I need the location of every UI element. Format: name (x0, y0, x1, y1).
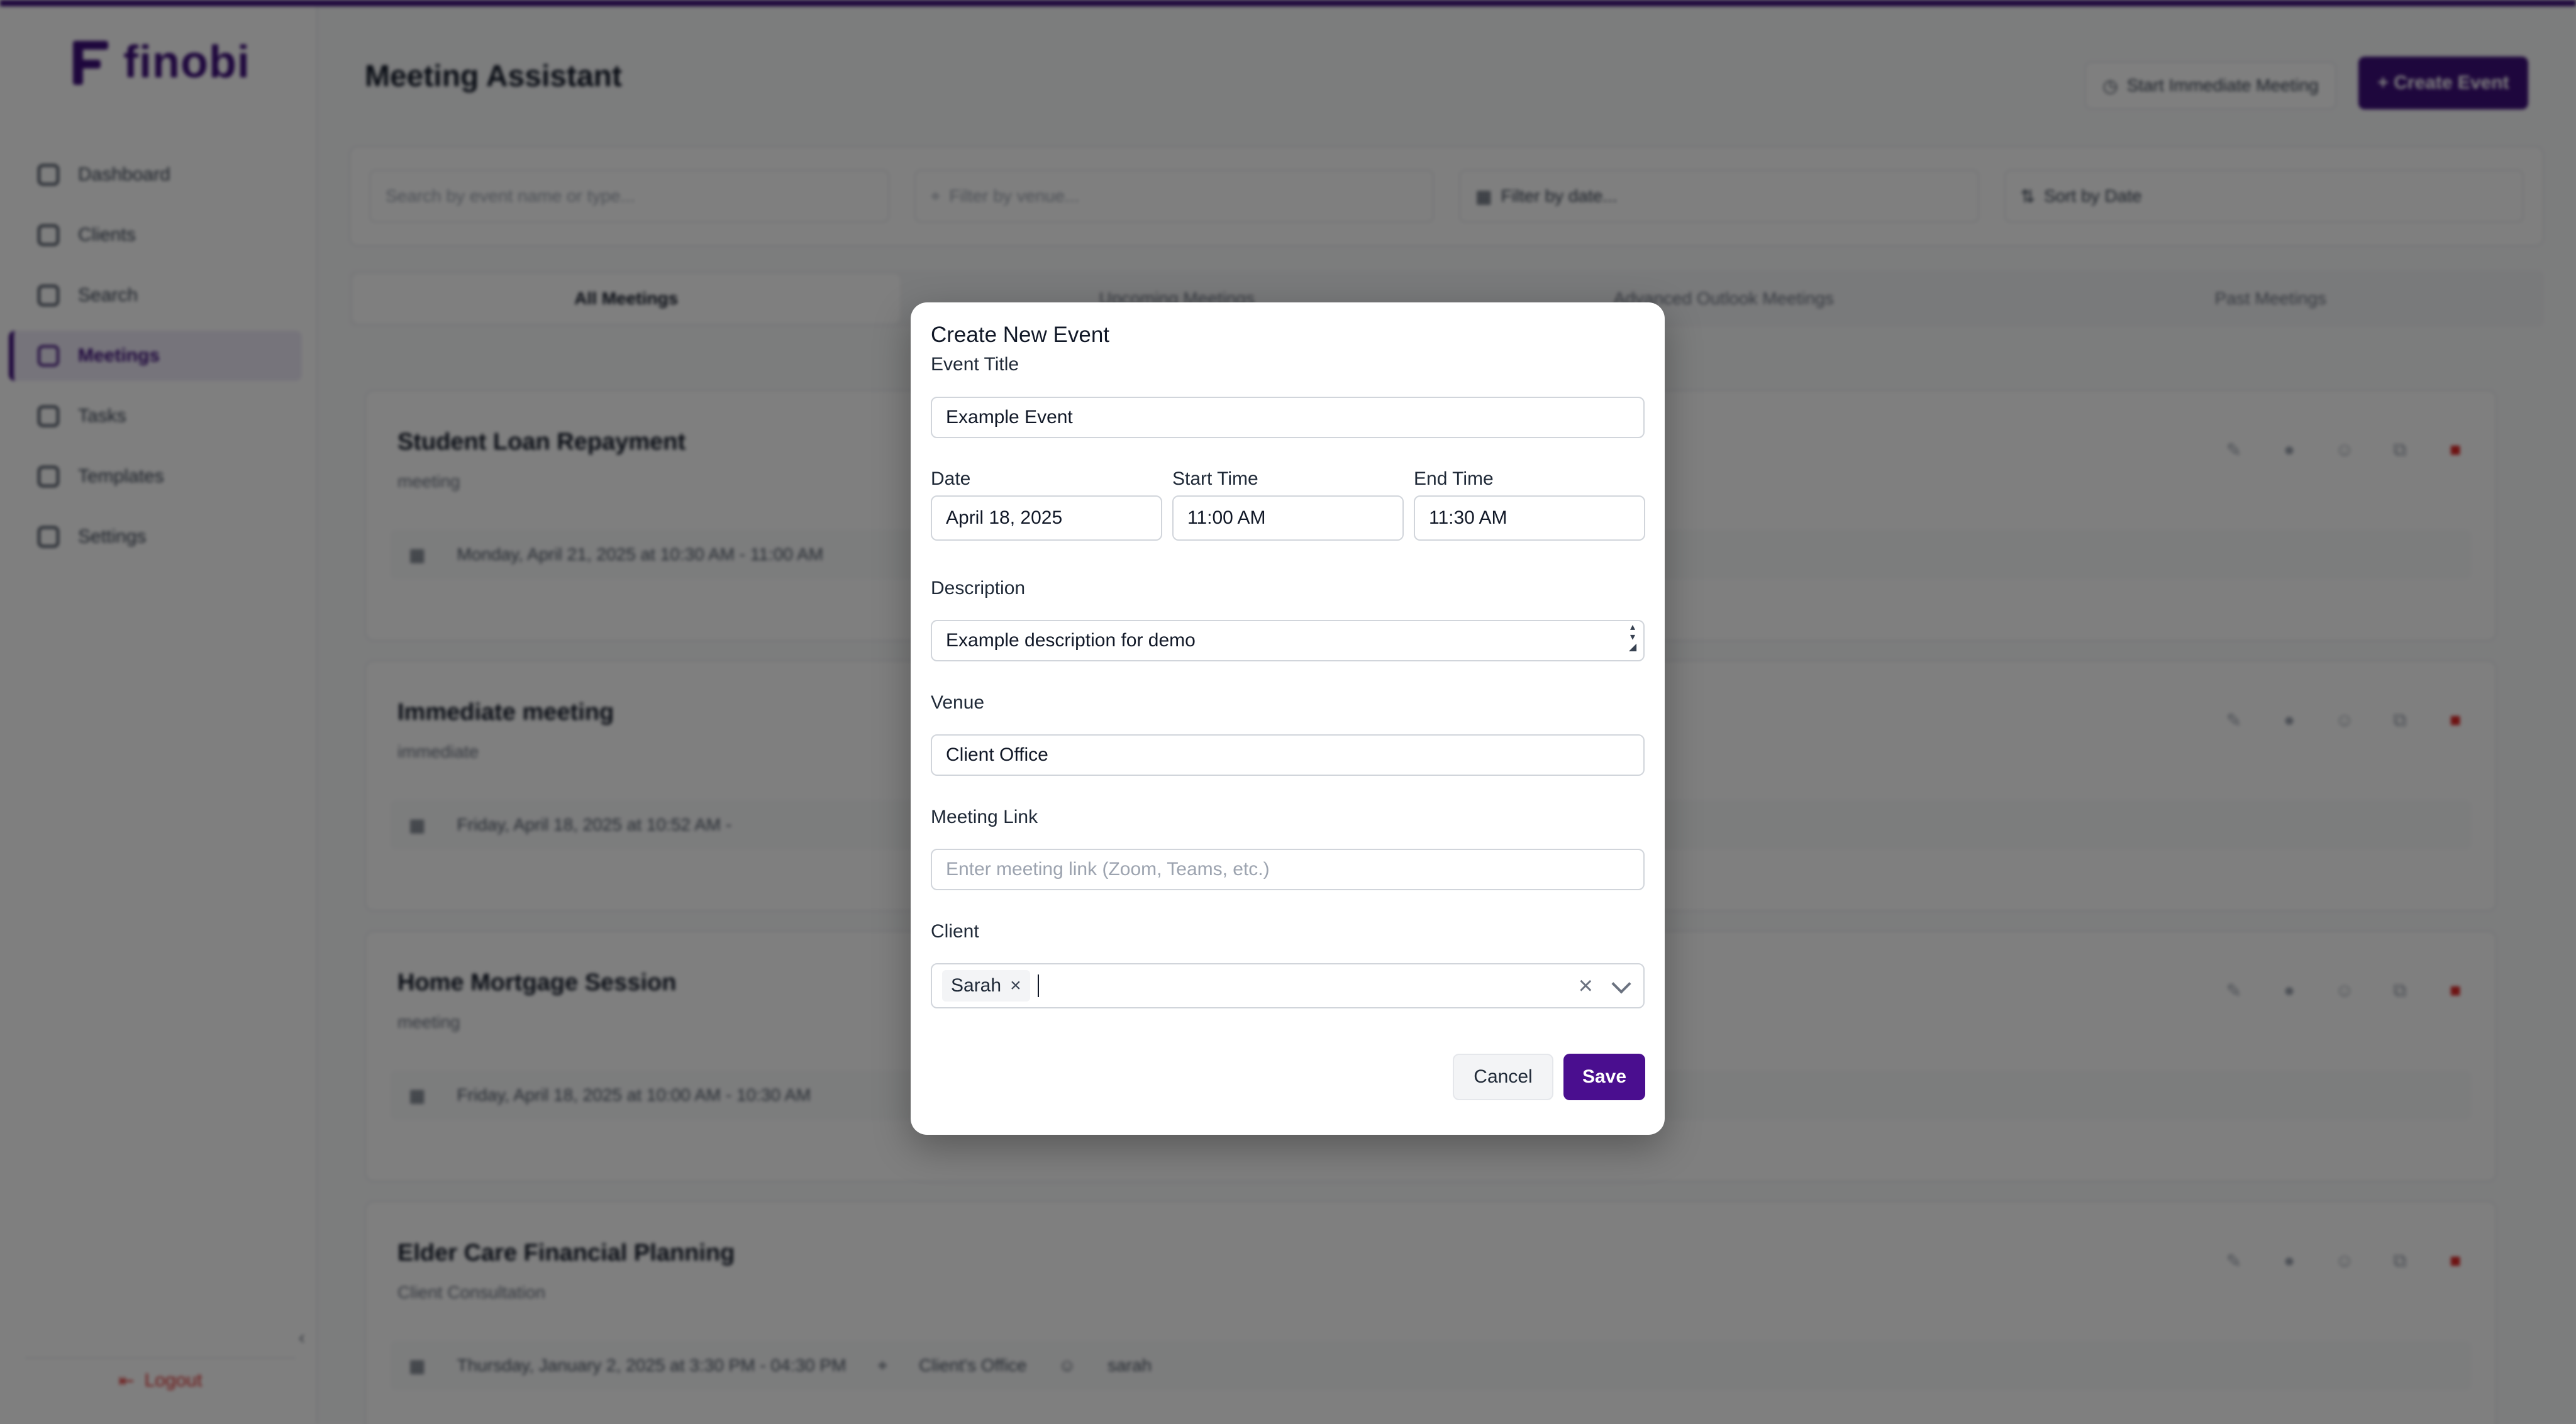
venue-label: Venue (931, 692, 985, 713)
event-title-label: Event Title (931, 354, 1019, 375)
end-time-input[interactable]: 11:30 AM (1414, 495, 1645, 541)
end-time-label: End Time (1414, 468, 1494, 489)
create-event-dialog: Create New Event Event Title Example Eve… (911, 302, 1665, 1135)
description-label: Description (931, 578, 1026, 599)
clear-selection-icon[interactable]: × (1579, 972, 1593, 1000)
date-label: Date (931, 468, 971, 489)
client-label: Client (931, 921, 979, 942)
cancel-button[interactable]: Cancel (1453, 1054, 1553, 1100)
venue-input[interactable]: Client Office (931, 734, 1645, 776)
meeting-link-input[interactable]: Enter meeting link (Zoom, Teams, etc.) (931, 849, 1645, 890)
venue-value: Client Office (946, 744, 1048, 765)
start-time-value: 11:00 AM (1187, 507, 1266, 528)
client-chip: Sarah × (942, 970, 1030, 1002)
meeting-link-placeholder: Enter meeting link (Zoom, Teams, etc.) (946, 859, 1270, 880)
date-input[interactable]: April 18, 2025 (931, 495, 1162, 541)
client-select[interactable]: Sarah × × (931, 963, 1645, 1008)
text-cursor (1037, 974, 1039, 997)
meeting-link-label: Meeting Link (931, 807, 1038, 827)
client-chip-label: Sarah (951, 975, 1002, 996)
save-button[interactable]: Save (1563, 1054, 1645, 1100)
event-title-value: Example Event (946, 407, 1073, 428)
description-value: Example description for demo (946, 630, 1196, 651)
event-title-input[interactable]: Example Event (931, 397, 1645, 438)
start-time-input[interactable]: 11:00 AM (1172, 495, 1404, 541)
description-textarea[interactable]: Example description for demo ▴ ▾ ◢ (931, 620, 1645, 661)
cancel-label: Cancel (1474, 1066, 1533, 1087)
save-label: Save (1582, 1066, 1627, 1087)
resize-handle-icon[interactable]: ▴ ▾ ◢ (1624, 622, 1641, 659)
dialog-title: Create New Event (931, 323, 1110, 347)
date-value: April 18, 2025 (946, 507, 1063, 528)
start-time-label: Start Time (1172, 468, 1258, 489)
chevron-down-icon[interactable] (1611, 974, 1631, 994)
remove-chip-icon[interactable]: × (1010, 975, 1021, 996)
end-time-value: 11:30 AM (1429, 507, 1507, 528)
